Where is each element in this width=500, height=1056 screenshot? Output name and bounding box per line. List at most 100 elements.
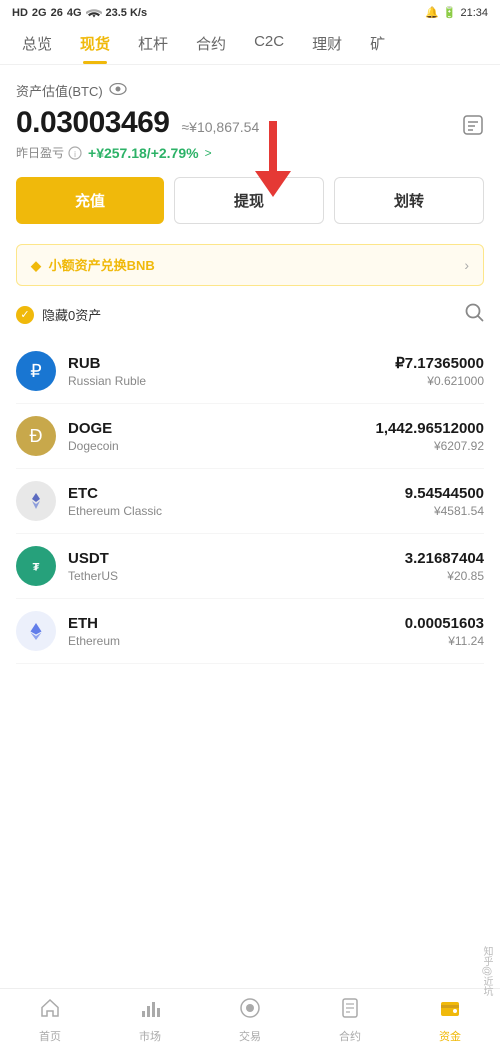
rub-amount: ₽7.17365000 [395,354,484,372]
pnl-arrow[interactable]: > [205,146,212,160]
withdraw-button[interactable]: 提现 [174,177,324,224]
rub-symbol: RUB [68,355,395,372]
tab-leverage[interactable]: 杠杆 [124,23,182,64]
asset-label-text: 资产估值(BTC) [16,81,103,100]
doge-icon: Ð [16,416,56,456]
wifi-icon [86,7,102,19]
banner-content: ◆ 小额资产兑换BNB [31,255,155,275]
alarm-icon: 🔔 [425,6,439,19]
transfer-button[interactable]: 划转 [334,177,484,224]
report-icon[interactable] [462,114,484,142]
usdt-info: USDT TetherUS [68,550,405,583]
list-item[interactable]: ETH Ethereum 0.00051603 ¥11.24 [16,599,484,664]
eye-icon[interactable] [109,83,127,98]
eth-amount: 0.00051603 [405,615,484,632]
nav-contract-label: 合约 [339,1028,361,1044]
list-item[interactable]: ₽ RUB Russian Ruble ₽7.17365000 ¥0.62100… [16,339,484,404]
doge-amounts: 1,442.96512000 ¥6207.92 [376,420,484,453]
status-right: 🔔 🔋 21:34 [425,6,488,19]
home-icon [39,997,61,1025]
rub-info: RUB Russian Ruble [68,355,395,388]
rub-cny: ¥0.621000 [395,374,484,388]
filter-left: ✓ 隐藏0资产 [16,305,101,324]
tab-contract[interactable]: 合约 [182,23,240,64]
nav-market-label: 市场 [139,1028,161,1044]
usdt-icon: ₮ [16,546,56,586]
info-icon: i [68,146,82,160]
doge-cny: ¥6207.92 [376,439,484,453]
signal-26: 26 [51,7,63,19]
nav-market[interactable]: 市场 [100,997,200,1044]
etc-cny: ¥4581.54 [405,504,484,518]
small-assets-banner[interactable]: ◆ 小额资产兑换BNB › [16,244,484,286]
nav-trade[interactable]: 交易 [200,997,300,1044]
usdt-symbol: USDT [68,550,405,567]
filter-check-icon[interactable]: ✓ [16,306,34,324]
usdt-cny: ¥20.85 [405,569,484,583]
eth-cny: ¥11.24 [405,634,484,648]
nav-home[interactable]: 首页 [0,997,100,1044]
hd-indicator: HD [12,7,28,19]
asset-list: ₽ RUB Russian Ruble ₽7.17365000 ¥0.62100… [16,339,484,664]
filter-row: ✓ 隐藏0资产 [16,302,484,339]
network-4g: 4G [67,7,82,19]
tab-spot[interactable]: 现货 [66,23,124,64]
tab-c2c[interactable]: C2C [240,23,298,64]
rub-amounts: ₽7.17365000 ¥0.621000 [395,354,484,388]
nav-trade-label: 交易 [239,1028,261,1044]
eth-amounts: 0.00051603 ¥11.24 [405,615,484,648]
tab-mining[interactable]: 矿 [356,23,399,64]
asset-btc-value: 0.03003469 [16,106,170,140]
banner-arrow-icon: › [464,257,469,273]
rub-name: Russian Ruble [68,374,395,388]
doge-symbol: DOGE [68,420,376,437]
eth-icon [16,611,56,651]
list-item[interactable]: Ð DOGE Dogecoin 1,442.96512000 ¥6207.92 [16,404,484,469]
doge-amount: 1,442.96512000 [376,420,484,437]
network-2g: 2G [32,7,47,19]
funds-icon [439,997,461,1025]
nav-funds[interactable]: 资金 [400,997,500,1044]
etc-amount: 9.54544500 [405,485,484,502]
etc-symbol: ETC [68,485,405,502]
etc-name: Ethereum Classic [68,504,405,518]
nav-contract[interactable]: 合约 [300,997,400,1044]
eth-symbol: ETH [68,615,405,632]
rub-icon: ₽ [16,351,56,391]
tab-finance[interactable]: 理财 [298,23,356,64]
banner-icon: ◆ [31,258,41,273]
svg-text:i: i [74,150,76,159]
market-icon [139,997,161,1025]
etc-info: ETC Ethereum Classic [68,485,405,518]
banner-label: ◆ 小额资产兑换BNB [31,258,155,273]
search-icon[interactable] [464,302,484,327]
action-buttons: 充值 提现 划转 [16,177,484,224]
charge-button[interactable]: 充值 [16,177,164,224]
time-display: 21:34 [460,7,488,19]
usdt-amount: 3.21687404 [405,550,484,567]
eth-name: Ethereum [68,634,405,648]
doge-info: DOGE Dogecoin [68,420,376,453]
list-item[interactable]: ₮ USDT TetherUS 3.21687404 ¥20.85 [16,534,484,599]
battery-icon: 🔋 [443,6,457,19]
nav-home-label: 首页 [39,1028,61,1044]
status-bar: HD 2G 26 4G 23.5 K/s 🔔 🔋 21:34 [0,0,500,23]
asset-cny-value: ≈¥10,867.54 [182,119,260,135]
trade-icon [239,997,261,1025]
status-left: HD 2G 26 4G 23.5 K/s [12,7,147,19]
network-speed: 23.5 K/s [106,7,148,19]
pnl-label: 昨日盈亏 i [16,144,82,161]
asset-pnl-row: 昨日盈亏 i +¥257.18/+2.79% > [16,144,484,161]
svg-text:₮: ₮ [33,562,40,574]
usdt-name: TetherUS [68,569,405,583]
tab-overview[interactable]: 总览 [8,23,66,64]
doge-name: Dogecoin [68,439,376,453]
filter-label: 隐藏0资产 [42,305,101,324]
list-item[interactable]: ETC Ethereum Classic 9.54544500 ¥4581.54 [16,469,484,534]
asset-label-row: 资产估值(BTC) [16,81,484,100]
watermark: 知乎@近坑 [479,946,494,996]
nav-funds-label: 资金 [439,1028,461,1044]
main-content: 资产估值(BTC) 0.03003469 ≈¥10,867.54 昨日盈亏 i … [0,65,500,664]
asset-value-row: 0.03003469 ≈¥10,867.54 [16,106,484,140]
action-area: 充值 提现 划转 [16,177,484,224]
